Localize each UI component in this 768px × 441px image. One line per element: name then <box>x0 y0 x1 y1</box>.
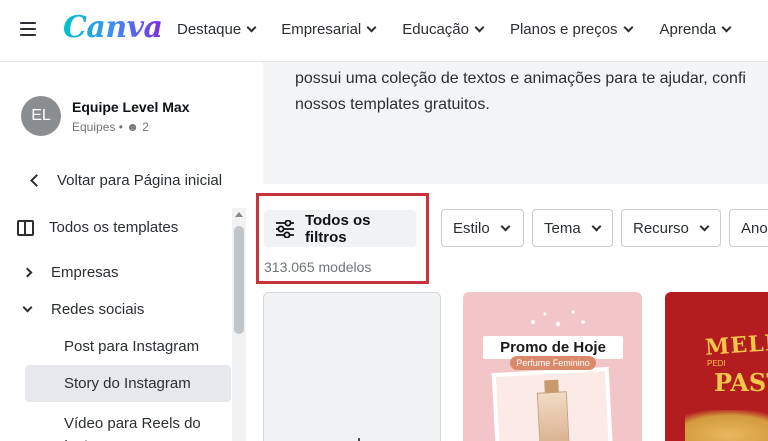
team-type: Equipes <box>72 119 116 134</box>
template-card-promo[interactable]: Promo de Hoje Perfume Feminino <box>463 292 642 441</box>
nav-label: Planos e preços <box>509 21 618 38</box>
sidebar-subitem-label: Vídeo para Reels do Instagram <box>64 415 201 441</box>
dropdown-label: Estilo <box>453 219 490 237</box>
sidebar-subitem-post-instagram[interactable]: Post para Instagram <box>25 328 231 365</box>
hero-text-line-2: nossos templates gratuitos. <box>295 96 490 113</box>
top-navigation-bar: Canva Destaque Empresarial Educação Plan… <box>0 0 768 62</box>
chevron-down-icon <box>22 302 33 313</box>
chevron-down-icon <box>721 22 732 33</box>
sidebar-subitem-reels-instagram[interactable]: Vídeo para Reels do Instagram <box>25 409 205 441</box>
person-icon: ☻ <box>126 119 139 134</box>
canva-logo[interactable]: Canva <box>63 10 163 45</box>
dropdown-label: Tema <box>544 219 581 237</box>
highlight-box <box>256 193 429 284</box>
pastel-small-text: PEDI <box>707 359 726 368</box>
nav-label: Educação <box>402 21 469 38</box>
nav-item-planos[interactable]: Planos e preços <box>509 21 633 38</box>
avatar: EL <box>21 96 61 136</box>
chevron-down-icon <box>474 22 485 33</box>
sidebar-subitem-label: Post para Instagram <box>64 337 200 355</box>
hero-text-line-1: possui uma coleção de textos e animações… <box>295 70 746 87</box>
team-meta: Equipes • ☻ 2 <box>72 119 149 134</box>
back-label: Voltar para Página inicial <box>57 172 223 189</box>
templates-icon <box>17 219 34 236</box>
back-to-home-link[interactable]: Voltar para Página inicial <box>28 172 222 189</box>
pastel-big-text: PAST <box>714 368 768 397</box>
sidebar-item-label: Empresas <box>51 264 119 281</box>
chevron-left-icon <box>30 174 43 187</box>
filter-dropdown-tema[interactable]: Tema <box>532 209 613 247</box>
nav-item-empresarial[interactable]: Empresarial <box>281 21 377 38</box>
hero-banner: possui uma coleção de textos e animações… <box>263 62 768 184</box>
nav-item-aprenda[interactable]: Aprenda <box>659 21 732 38</box>
nav-item-educacao[interactable]: Educação <box>402 21 485 38</box>
team-info: Equipe Level Max Equipes • ☻ 2 <box>72 99 189 134</box>
chevron-down-icon <box>591 221 602 231</box>
pastel-heading: MELH <box>704 329 768 361</box>
pastel-food-image <box>685 410 768 441</box>
team-name: Equipe Level Max <box>72 98 190 115</box>
plus-icon: + <box>352 433 366 441</box>
template-card-pastel[interactable]: MELH PEDI PAST <box>665 292 768 441</box>
filter-dropdown-estilo[interactable]: Estilo <box>441 209 524 247</box>
chevron-down-icon <box>500 221 511 231</box>
scrollbar-thumb[interactable] <box>234 226 244 334</box>
chevron-right-icon <box>22 267 33 278</box>
nav-label: Empresarial <box>281 21 362 38</box>
dropdown-label: Ano <box>741 219 768 237</box>
sidebar-subitem-label: Story do Instagram <box>64 374 191 392</box>
nav-label: Destaque <box>177 21 242 38</box>
promo-subtitle: Perfume Feminino <box>510 356 596 370</box>
team-switcher[interactable]: EL Equipe Level Max Equipes • ☻ 2 <box>21 96 189 136</box>
scroll-up-arrow-icon[interactable] <box>235 212 243 217</box>
nav-item-destaque[interactable]: Destaque <box>177 21 257 38</box>
sidebar: EL Equipe Level Max Equipes • ☻ 2 Voltar… <box>0 62 250 441</box>
decorative-dots-icon <box>531 310 585 327</box>
main-nav: Destaque Empresarial Educação Planos e p… <box>177 21 732 38</box>
sidebar-subitem-story-instagram[interactable]: Story do Instagram <box>25 365 231 402</box>
sidebar-scrollbar[interactable] <box>232 208 246 441</box>
chevron-down-icon <box>623 22 633 33</box>
filter-dropdown-recurso[interactable]: Recurso <box>621 209 721 247</box>
chevron-down-icon <box>366 22 377 33</box>
sidebar-item-label: Todos os templates <box>49 219 179 236</box>
chevron-down-icon <box>246 22 257 33</box>
create-blank-card[interactable]: + <box>263 292 441 441</box>
sidebar-item-redes-sociais[interactable]: Redes sociais <box>21 301 144 318</box>
sidebar-item-empresas[interactable]: Empresas <box>21 264 119 281</box>
product-photo <box>491 367 614 441</box>
team-member-count: 2 <box>142 119 149 134</box>
menu-icon[interactable] <box>20 22 38 38</box>
sidebar-item-label: Redes sociais <box>51 301 145 318</box>
nav-label: Aprenda <box>659 21 717 38</box>
sidebar-item-all-templates[interactable]: Todos os templates <box>17 219 178 236</box>
perfume-bottle <box>536 391 570 441</box>
chevron-down-icon <box>699 221 710 231</box>
filter-dropdown-ano[interactable]: Ano <box>729 209 768 247</box>
dropdown-label: Recurso <box>633 219 689 237</box>
